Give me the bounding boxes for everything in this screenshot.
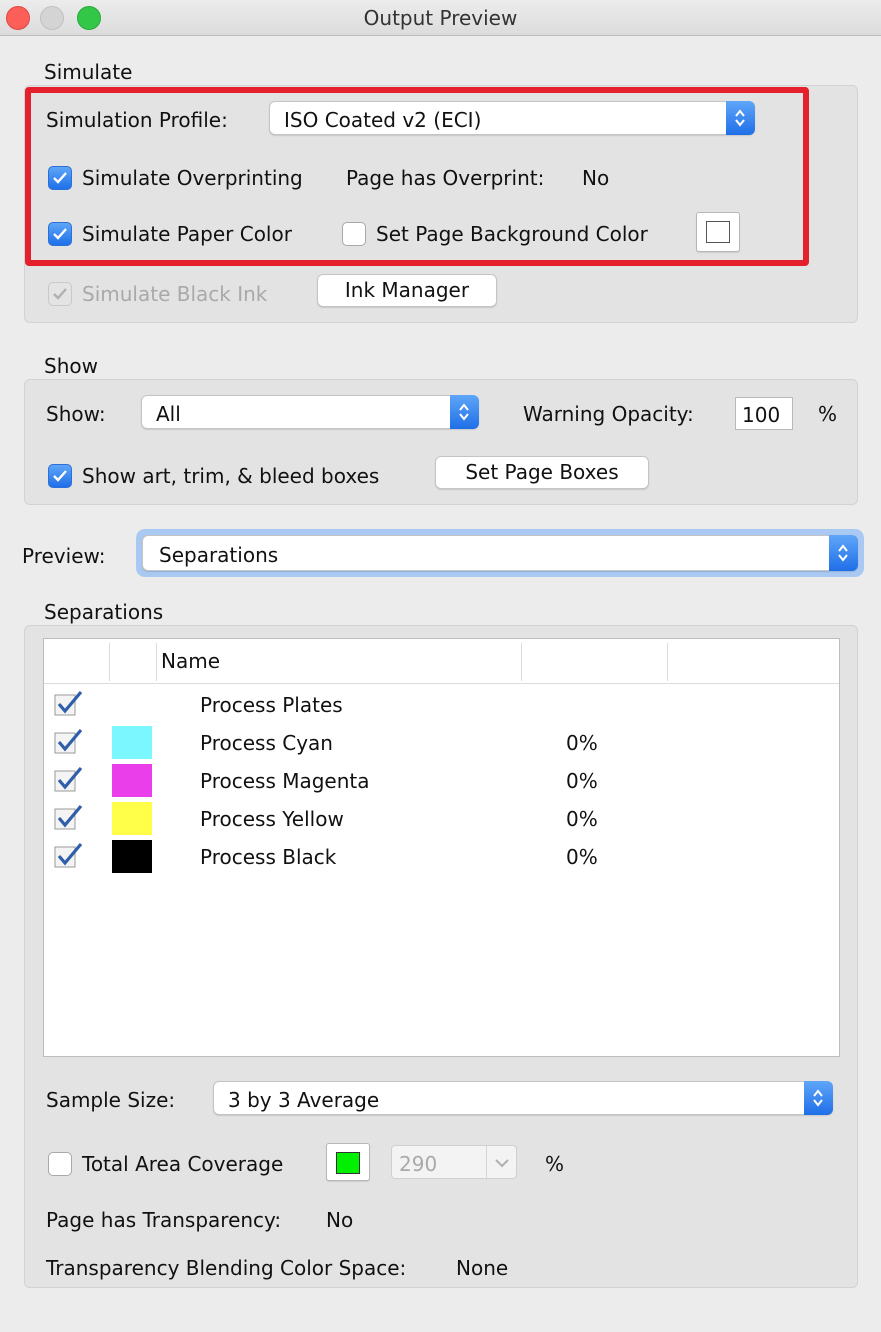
chevron-down-icon: [495, 1159, 509, 1168]
table-row[interactable]: Process Magenta 0%: [44, 760, 839, 798]
title-bar: Output Preview: [0, 0, 881, 36]
coverage-combo-box: 290: [391, 1145, 517, 1179]
combo-divider: [486, 1146, 487, 1178]
show-section-title: Show: [44, 354, 98, 378]
show-popup[interactable]: All: [141, 395, 479, 429]
separations-table: Name Process Plates Process Cyan 0% Proc…: [43, 638, 840, 1057]
cyan-swatch: [112, 726, 152, 759]
magenta-swatch: [112, 764, 152, 797]
simulate-section-title: Simulate: [44, 60, 133, 84]
preview-label: Preview:: [22, 544, 106, 568]
up-down-arrows-icon: [829, 535, 858, 571]
separation-name: Process Black: [200, 845, 337, 869]
separation-name: Process Yellow: [200, 807, 344, 831]
preview-value: Separations: [159, 543, 279, 567]
coverage-color-swatch[interactable]: [326, 1143, 370, 1181]
preview-popup[interactable]: Separations: [142, 535, 858, 571]
separation-value: 0%: [566, 731, 598, 755]
column-divider: [667, 643, 668, 681]
show-value: All: [156, 402, 181, 426]
color-well: [336, 1152, 360, 1174]
sample-size-label: Sample Size:: [46, 1088, 176, 1112]
table-header: Name: [44, 639, 839, 684]
up-down-arrows-icon: [804, 1081, 833, 1115]
separation-value: 0%: [566, 845, 598, 869]
warning-opacity-label: Warning Opacity:: [523, 402, 694, 426]
separation-value: 0%: [566, 769, 598, 793]
show-boxes-label: Show art, trim, & bleed boxes: [82, 464, 380, 488]
column-divider: [156, 643, 157, 681]
total-area-coverage-checkbox[interactable]: [48, 1152, 72, 1176]
column-divider: [109, 643, 110, 681]
warning-opacity-percent: %: [818, 402, 838, 426]
coverage-value: 290: [399, 1152, 438, 1176]
up-down-arrows-icon: [450, 395, 479, 429]
warning-opacity-value: 100: [742, 403, 781, 427]
show-boxes-checkbox[interactable]: [48, 464, 72, 488]
checkmark-icon: [53, 288, 67, 300]
sample-size-popup[interactable]: 3 by 3 Average: [213, 1081, 833, 1115]
total-area-coverage-label: Total Area Coverage: [82, 1152, 284, 1176]
plate-visible-checkbox[interactable]: [54, 803, 84, 831]
set-page-boxes-button[interactable]: Set Page Boxes: [435, 456, 649, 489]
page-transparency-label: Page has Transparency:: [46, 1208, 282, 1232]
table-row[interactable]: Process Black 0%: [44, 836, 839, 874]
coverage-percent: %: [545, 1152, 565, 1176]
sample-size-value: 3 by 3 Average: [228, 1088, 380, 1112]
separation-name: Process Cyan: [200, 731, 333, 755]
separation-name: Process Plates: [200, 693, 343, 717]
black-swatch: [112, 840, 152, 873]
checkmark-icon: [53, 470, 67, 482]
page-transparency-value: No: [326, 1208, 354, 1232]
blending-color-space-label: Transparency Blending Color Space:: [46, 1256, 407, 1280]
simulate-black-ink-checkbox: [48, 282, 72, 306]
separation-name: Process Magenta: [200, 769, 370, 793]
table-row[interactable]: Process Plates: [44, 684, 839, 722]
yellow-swatch: [112, 802, 152, 835]
table-row[interactable]: Process Cyan 0%: [44, 722, 839, 760]
simulate-black-ink-label: Simulate Black Ink: [82, 282, 268, 306]
warning-opacity-input[interactable]: 100: [735, 397, 793, 430]
separation-value: 0%: [566, 807, 598, 831]
highlight-annotation: [25, 87, 809, 266]
separations-section-title: Separations: [44, 600, 164, 624]
plate-visible-checkbox[interactable]: [54, 841, 84, 869]
window-title: Output Preview: [363, 6, 518, 30]
ink-manager-button[interactable]: Ink Manager: [317, 274, 497, 307]
table-row[interactable]: Process Yellow 0%: [44, 798, 839, 836]
column-divider: [521, 643, 522, 681]
blending-color-space-value: None: [456, 1256, 509, 1280]
plate-visible-checkbox[interactable]: [54, 765, 84, 793]
plate-visible-checkbox[interactable]: [54, 689, 84, 717]
column-header-name[interactable]: Name: [161, 651, 220, 671]
plate-visible-checkbox[interactable]: [54, 727, 84, 755]
show-label: Show:: [46, 402, 106, 426]
